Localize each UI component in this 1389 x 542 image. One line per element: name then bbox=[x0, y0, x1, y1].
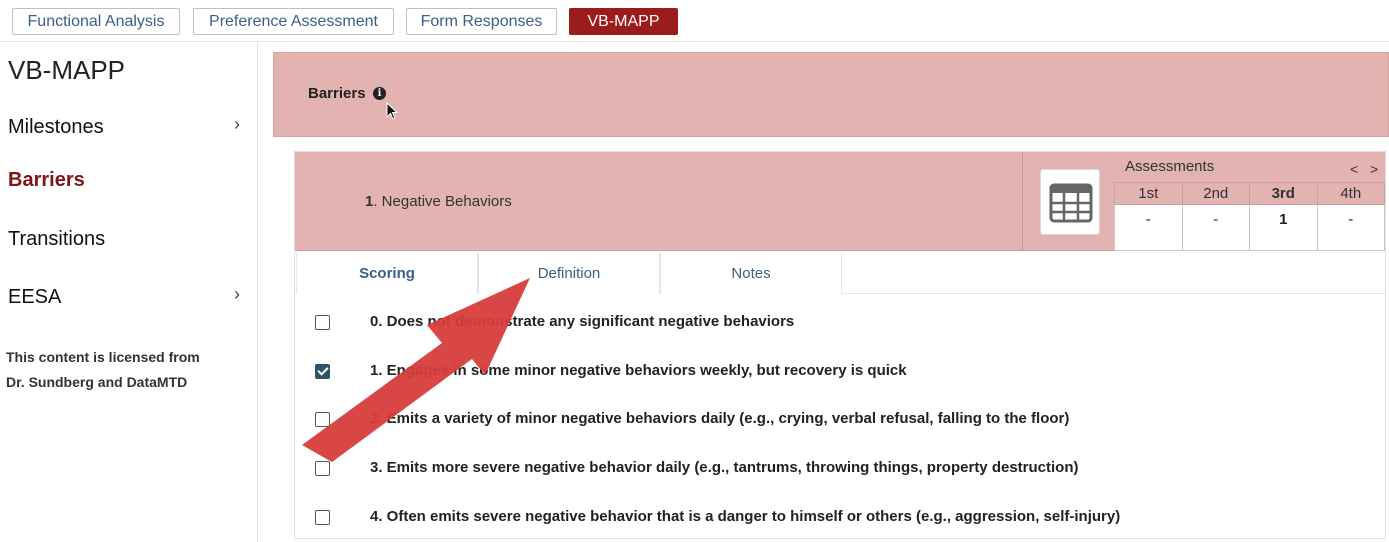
option-text: 1. Engages in some minor negative behavi… bbox=[370, 362, 907, 379]
option-checkbox[interactable] bbox=[315, 510, 330, 525]
sidebar-item-barriers[interactable]: Barriers bbox=[8, 169, 248, 192]
scoring-option[interactable]: 2. Emits a variety of minor negative beh… bbox=[315, 409, 1375, 435]
sidebar-item-transitions[interactable]: Transitions bbox=[8, 228, 248, 251]
assessments-label: Assessments bbox=[1125, 158, 1215, 175]
item-subtabs: Scoring Definition Notes bbox=[295, 253, 1385, 294]
license-line: Dr. Sundberg and DataMTD bbox=[6, 374, 188, 390]
scoring-option[interactable]: 4. Often emits severe negative behavior … bbox=[315, 507, 1375, 533]
page-title: Barriers bbox=[308, 85, 366, 102]
sidebar-item-milestones[interactable]: Milestones › bbox=[8, 114, 248, 139]
item-header: 1. Negative Behaviors Assessments < > 1s… bbox=[295, 152, 1385, 251]
sidebar: VB-MAPP Milestones › Barriers Transition… bbox=[0, 43, 258, 542]
chevron-right-icon: › bbox=[234, 284, 240, 304]
option-text: 0. Does not demonstrate any significant … bbox=[370, 313, 795, 330]
tab-preference-assessment[interactable]: Preference Assessment bbox=[193, 8, 394, 35]
assessment-column-header-current: 3rd bbox=[1249, 182, 1318, 205]
next-assessment-button[interactable]: > bbox=[1370, 161, 1378, 177]
assessment-value[interactable]: - bbox=[1316, 204, 1385, 251]
divider bbox=[1022, 152, 1023, 251]
top-tab-bar: Functional Analysis Preference Assessmen… bbox=[0, 0, 1389, 42]
option-checkbox-checked[interactable] bbox=[315, 364, 330, 379]
mouse-cursor-icon bbox=[386, 102, 399, 120]
chevron-right-icon: › bbox=[234, 114, 240, 134]
option-checkbox[interactable] bbox=[315, 461, 330, 476]
scoring-option[interactable]: 0. Does not demonstrate any significant … bbox=[315, 312, 1375, 338]
assessment-column-header: 2nd bbox=[1181, 182, 1250, 205]
tab-functional-analysis[interactable]: Functional Analysis bbox=[12, 8, 180, 35]
assessment-value[interactable]: - bbox=[1114, 204, 1183, 251]
sidebar-item-eesa[interactable]: EESA › bbox=[8, 284, 248, 309]
assessments-table: 1st 2nd 3rd 4th - - 1 - bbox=[1114, 182, 1385, 251]
barrier-item-panel: 1. Negative Behaviors Assessments < > 1s… bbox=[294, 151, 1386, 539]
option-text: 3. Emits more severe negative behavior d… bbox=[370, 459, 1079, 476]
tab-definition[interactable]: Definition bbox=[478, 253, 660, 294]
info-icon[interactable]: i bbox=[373, 87, 386, 100]
assessment-value-current[interactable]: 1 bbox=[1249, 204, 1318, 251]
option-text: 4. Often emits severe negative behavior … bbox=[370, 508, 1121, 525]
option-checkbox[interactable] bbox=[315, 315, 330, 330]
item-title: 1. Negative Behaviors bbox=[365, 193, 512, 210]
license-line: This content is licensed from bbox=[6, 349, 200, 365]
table-view-button[interactable] bbox=[1040, 169, 1100, 235]
sidebar-item-label: Transitions bbox=[8, 228, 106, 250]
barriers-header: Barriers i bbox=[273, 52, 1389, 137]
assessment-column-header: 1st bbox=[1114, 182, 1183, 205]
assessment-column-header: 4th bbox=[1316, 182, 1385, 205]
tab-scoring[interactable]: Scoring bbox=[296, 253, 478, 294]
sidebar-item-label: Milestones bbox=[8, 116, 104, 138]
tab-vb-mapp[interactable]: VB-MAPP bbox=[569, 8, 678, 35]
item-title-text: . Negative Behaviors bbox=[373, 193, 512, 210]
sidebar-item-label: Barriers bbox=[8, 169, 85, 191]
option-checkbox[interactable] bbox=[315, 412, 330, 427]
license-notice: This content is licensed from Dr. Sundbe… bbox=[6, 345, 200, 395]
assessments-value-row: - - 1 - bbox=[1114, 204, 1385, 251]
scoring-option[interactable]: 3. Emits more severe negative behavior d… bbox=[315, 458, 1375, 484]
scoring-option[interactable]: 1. Engages in some minor negative behavi… bbox=[315, 361, 1375, 387]
tab-form-responses[interactable]: Form Responses bbox=[406, 8, 557, 35]
assessment-value[interactable]: - bbox=[1181, 204, 1250, 251]
table-grid-icon bbox=[1049, 183, 1093, 223]
tab-notes[interactable]: Notes bbox=[660, 253, 842, 294]
sidebar-title: VB-MAPP bbox=[8, 55, 126, 85]
assessments-header-row: 1st 2nd 3rd 4th bbox=[1114, 182, 1385, 205]
option-text: 2. Emits a variety of minor negative beh… bbox=[370, 410, 1070, 427]
prev-assessment-button[interactable]: < bbox=[1350, 161, 1358, 177]
sidebar-item-label: EESA bbox=[8, 286, 62, 308]
